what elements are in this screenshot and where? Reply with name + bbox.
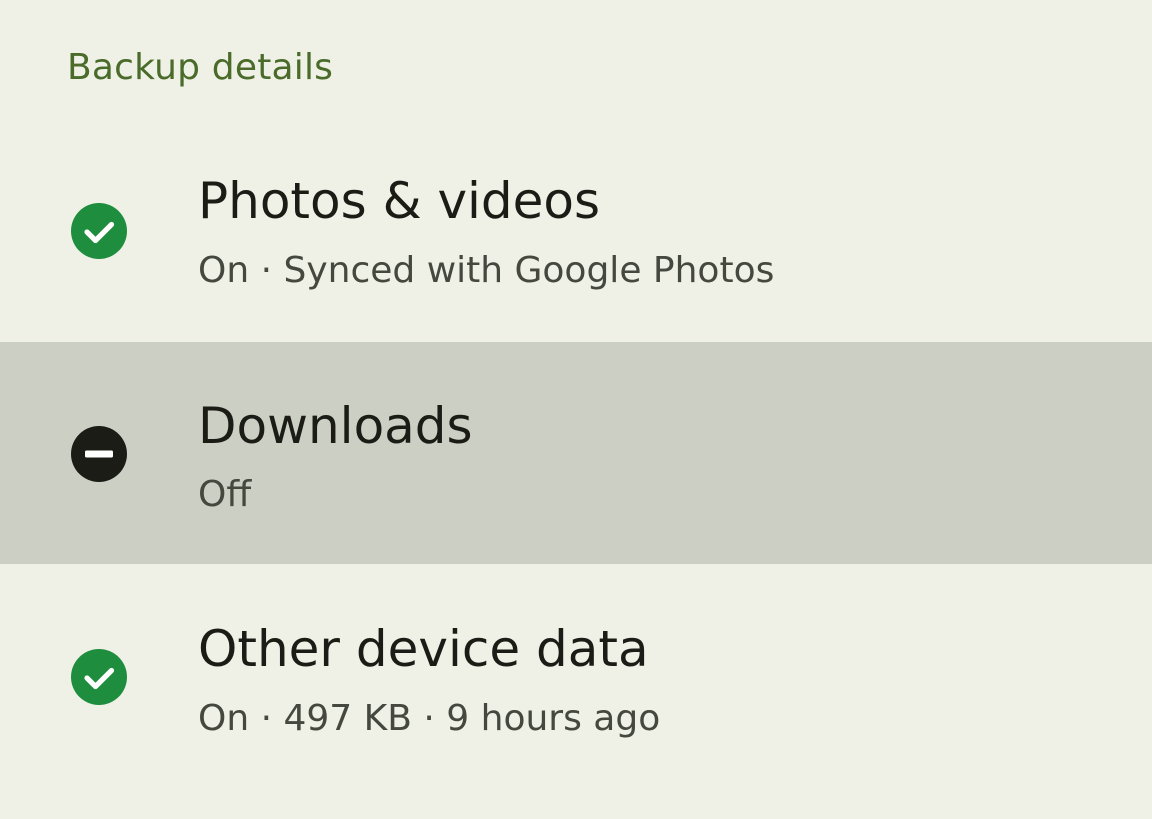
minus-circle-icon	[71, 426, 127, 482]
backup-item-photos-videos[interactable]: Photos & videos On · Synced with Google …	[0, 119, 1152, 341]
item-title: Downloads	[198, 397, 473, 455]
check-circle-icon	[71, 203, 127, 259]
item-subtitle: Off	[198, 474, 252, 515]
item-subtitle: On · Synced with Google Photos	[198, 250, 775, 291]
item-title: Photos & videos	[198, 172, 601, 230]
section-header: Backup details	[67, 47, 334, 88]
check-circle-icon	[71, 649, 127, 705]
item-title: Other device data	[198, 620, 649, 678]
item-subtitle: On · 497 KB · 9 hours ago	[198, 698, 661, 739]
backup-item-other-device-data[interactable]: Other device data On · 497 KB · 9 hours …	[0, 565, 1152, 787]
backup-item-downloads[interactable]: Downloads Off	[0, 342, 1152, 564]
